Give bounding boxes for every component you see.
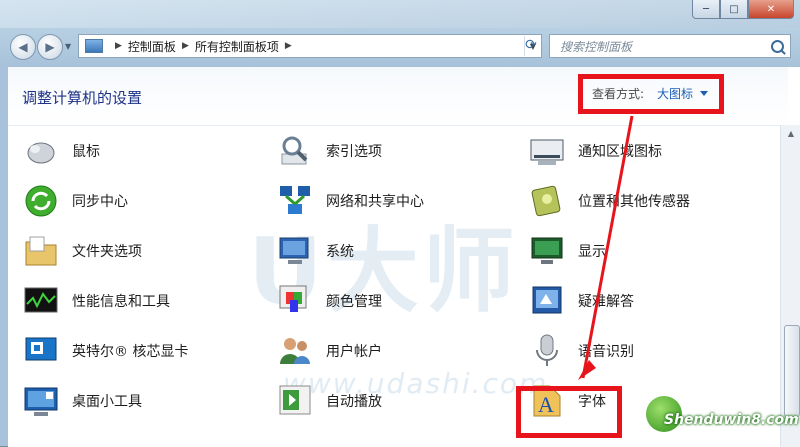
control-panel-window: ─ □ ✕ ◀ ▶ ▼ ▶ 控制面板 ▶ 所有控制面板项 ▶ ▼ ⟳ 搜索控制面… [0, 0, 800, 447]
annotation-arrow [578, 115, 634, 380]
site-logo: Shenduwin8.com [640, 392, 800, 446]
site-logo-text: Shenduwin8.com [664, 412, 799, 428]
